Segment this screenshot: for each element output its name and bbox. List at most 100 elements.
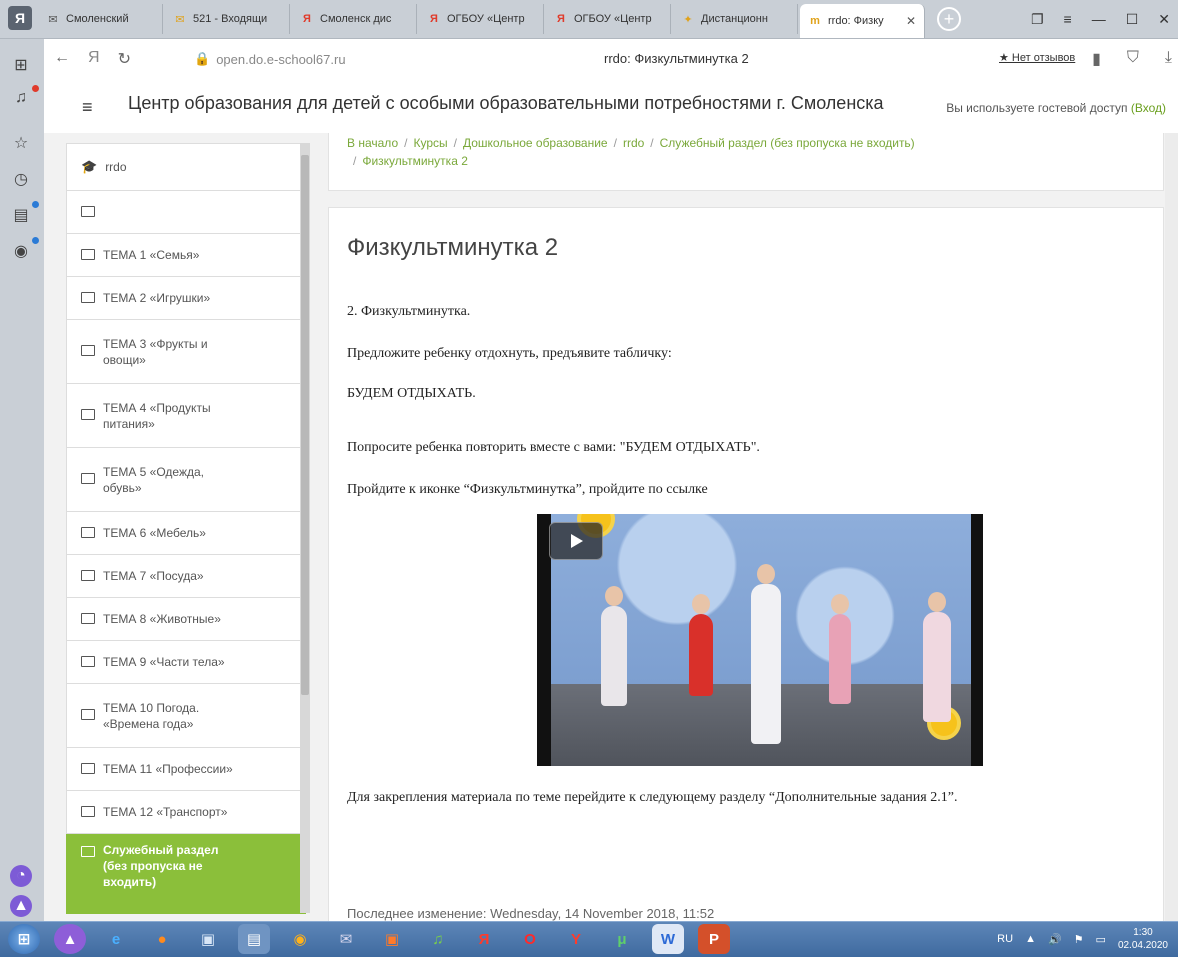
folder-taskbar-icon[interactable]: ▤ — [238, 924, 270, 954]
nav-section-11[interactable]: ТЕМА 11 «Профессии» — [66, 748, 306, 791]
minimize-icon[interactable]: — — [1092, 11, 1106, 27]
taskbar-apps: ⊞ ▲ e ● ▣ ▤ ◉ ✉ ▣ ♫ Я O Y μ W P — [8, 924, 730, 954]
favorites-icon[interactable]: ☆ — [10, 133, 32, 155]
nav-section-9[interactable]: ТЕМА 9 «Части тела» — [66, 641, 306, 684]
menu-icon[interactable]: ≡ — [1064, 11, 1072, 27]
tab-7-active[interactable]: m rrdo: Физку ✕ — [800, 4, 925, 38]
download-icon[interactable]: ⤓ — [1165, 49, 1172, 69]
crumb-courses[interactable]: Курсы — [413, 136, 447, 150]
nav-section-5[interactable]: ТЕМА 5 «Одежда, обувь» — [66, 448, 306, 512]
paragraph-4: Попросите ребенка повторить вместе с вам… — [347, 440, 760, 455]
alice-taskbar-icon[interactable]: ▲ — [54, 924, 86, 954]
network-icon[interactable]: ▭ — [1096, 933, 1106, 946]
crumb-rrdo[interactable]: rrdo — [623, 136, 644, 150]
powerpoint-icon[interactable]: P — [698, 924, 730, 954]
folder-icon — [81, 526, 95, 538]
reload-icon[interactable]: ↻ — [118, 49, 131, 69]
volume-icon[interactable]: 🔊 — [1048, 933, 1062, 946]
login-link[interactable]: (Вход) — [1131, 101, 1166, 115]
nav-section-0[interactable] — [66, 191, 306, 234]
nav-section-2[interactable]: ТЕМА 2 «Игрушки» — [66, 277, 306, 320]
site-header: ≡ Центр образования для детей с особыми … — [44, 79, 1178, 134]
media-taskbar-icon[interactable]: ▣ — [376, 924, 408, 954]
tabs-overview-icon[interactable]: ❐ — [1031, 11, 1044, 28]
folder-icon — [81, 846, 95, 857]
assistant-icon[interactable]: ▲ — [10, 895, 32, 917]
nav-course[interactable]: 🎓 rrdo — [66, 143, 306, 191]
video-player[interactable] — [537, 514, 983, 766]
yandex-browser-icon[interactable]: Y — [560, 924, 592, 954]
save-disk-icon[interactable]: ▣ — [192, 924, 224, 954]
language-indicator[interactable]: RU — [997, 933, 1013, 945]
notifications-icon[interactable]: ♫ — [10, 87, 32, 109]
crumb-home[interactable]: В начало — [347, 136, 398, 150]
site-title[interactable]: Центр образования для детей с особыми об… — [128, 93, 884, 114]
nav-section-1[interactable]: ТЕМА 1 «Семья» — [66, 234, 306, 277]
tab-5[interactable]: Я ОГБОУ «Центр — [546, 4, 671, 34]
media-icon[interactable]: ◉ — [10, 241, 32, 263]
play-button[interactable] — [549, 522, 603, 560]
page-scrollbar[interactable] — [1165, 133, 1178, 921]
lock-icon: 🔒 — [194, 51, 211, 66]
close-tab-icon[interactable]: ✕ — [906, 14, 916, 28]
back-icon[interactable]: ← — [54, 49, 70, 69]
nav-section-10[interactable]: ТЕМА 10 Погода. «Времена года» — [66, 684, 306, 748]
nav-section-8[interactable]: ТЕМА 8 «Животные» — [66, 598, 306, 641]
tab-6[interactable]: ✦ Дистанционн — [673, 4, 798, 34]
nav-section-6[interactable]: ТЕМА 6 «Мебель» — [66, 512, 306, 555]
nav-section-service-active[interactable]: Служебный раздел (без пропуска не входит… — [66, 834, 306, 914]
chrome-icon[interactable]: ◉ — [284, 924, 316, 954]
address-bar: ← Я ↻ 🔒 open.do.e-school67.ru rrdo: Физк… — [44, 39, 1178, 80]
tab-3[interactable]: Я Смоленск дис — [292, 4, 417, 34]
ie-icon[interactable]: e — [100, 924, 132, 954]
clock[interactable]: 1:30 02.04.2020 — [1118, 926, 1168, 952]
crumb-service-section[interactable]: Служебный раздел (без пропуска не входит… — [660, 136, 915, 150]
yandex-menu-icon[interactable]: Я — [8, 6, 32, 30]
nav-section-4[interactable]: ТЕМА 4 «Продукты питания» — [66, 384, 306, 448]
show-hidden-icon[interactable]: ▲ — [1025, 933, 1036, 945]
drawer-scrollbar-thumb[interactable] — [301, 155, 309, 695]
folder-icon — [81, 709, 95, 720]
start-button-icon[interactable]: ⊞ — [8, 924, 40, 954]
word-icon[interactable]: W — [652, 924, 684, 954]
close-icon[interactable]: ✕ — [1158, 11, 1170, 28]
mail-icon: ✉ — [48, 13, 58, 26]
bookmark-icon[interactable]: ▮ — [1092, 49, 1101, 69]
yandex-taskbar-icon[interactable]: Я — [468, 924, 500, 954]
nav-section-12[interactable]: ТЕМА 12 «Транспорт» — [66, 791, 306, 834]
utorrent-icon[interactable]: μ — [606, 924, 638, 954]
mail-taskbar-icon[interactable]: ✉ — [330, 924, 362, 954]
folder-icon — [81, 345, 95, 356]
reviews-link[interactable]: ★ Нет отзывов — [999, 51, 1075, 64]
paragraph-5: Пройдите к иконке “Физкультминутка”, про… — [347, 482, 708, 497]
nav-section-7[interactable]: ТЕМА 7 «Посуда» — [66, 555, 306, 598]
music-icon[interactable]: ♫ — [422, 924, 454, 954]
yandex-icon: Я — [557, 13, 565, 25]
collections-icon[interactable]: ▤ — [10, 205, 32, 227]
tab-4[interactable]: Я ОГБОУ «Центр — [419, 4, 544, 34]
url-field[interactable]: 🔒 open.do.e-school67.ru — [194, 51, 346, 67]
tab-1[interactable]: ✉ Смоленский — [38, 4, 163, 34]
folder-icon — [81, 655, 95, 667]
firefox-icon[interactable]: ● — [146, 924, 178, 954]
alice-icon[interactable]: ◔ — [10, 865, 32, 887]
opera-icon[interactable]: O — [514, 924, 546, 954]
drawer-scrollbar[interactable] — [300, 143, 310, 913]
hamburger-icon[interactable]: ≡ — [82, 97, 93, 118]
tab-2[interactable]: ✉ 521 - Входящи — [165, 4, 290, 34]
flag-icon[interactable]: ⚑ — [1074, 933, 1084, 946]
history-icon[interactable]: ◷ — [10, 169, 32, 191]
new-tab-icon[interactable]: + — [937, 7, 961, 31]
crumb-current-page[interactable]: Физкультминутка 2 — [362, 154, 468, 168]
folder-icon — [81, 805, 95, 817]
folder-icon — [81, 291, 95, 303]
yandex-logo-icon[interactable]: Я — [88, 49, 100, 69]
protect-icon[interactable]: ⛉ — [1127, 49, 1139, 69]
moodle-icon: m — [810, 15, 820, 27]
nav-section-3[interactable]: ТЕМА 3 «Фрукты и овощи» — [66, 320, 306, 384]
moodle-icon: ✦ — [683, 13, 693, 26]
paragraph-6: Для закрепления материала по теме перейд… — [347, 790, 958, 805]
maximize-icon[interactable]: ☐ — [1126, 11, 1139, 28]
crumb-preschool[interactable]: Дошкольное образование — [463, 136, 608, 150]
apps-grid-icon[interactable]: ⊞ — [10, 55, 32, 77]
